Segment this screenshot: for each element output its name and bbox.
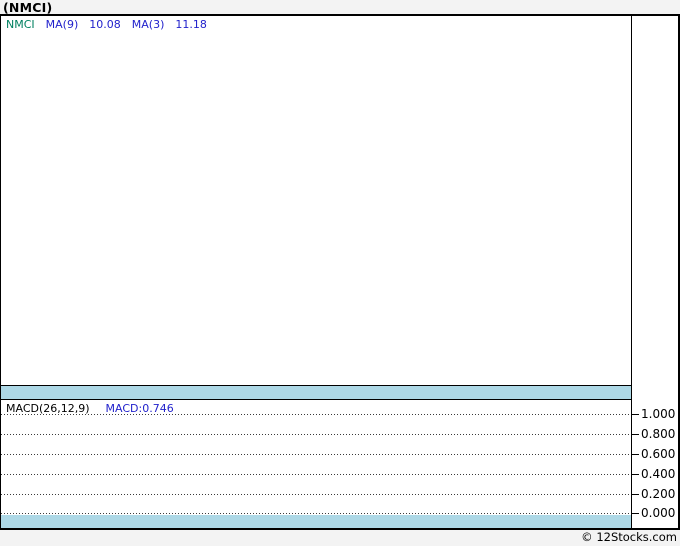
axis-tick-label: 0.400 <box>641 467 676 481</box>
ma9-value: 10.08 <box>89 18 121 31</box>
ticker-symbol-label: NMCI <box>6 18 35 31</box>
right-axis-strip: 1.000 0.800 0.600 0.400 0.200 0.000 <box>632 16 678 528</box>
axis-tick-mark <box>632 474 639 475</box>
price-legend: NMCI MA(9) 10.08 MA(3) 11.18 <box>6 18 218 31</box>
macd-pane: MACD(26,12,9) MACD:0.746 <box>1 400 631 528</box>
axis-divider-line <box>631 16 632 528</box>
watermark-credit: © 12Stocks.com <box>581 530 677 544</box>
axis-tick-mark <box>632 494 639 495</box>
macd-gridline-0400 <box>1 474 631 475</box>
macd-legend: MACD(26,12,9) MACD:0.746 <box>6 402 174 415</box>
axis-tick-mark <box>632 434 639 435</box>
axis-tick-label: 0.000 <box>641 506 676 520</box>
macd-value-label: MACD:0.746 <box>105 402 174 415</box>
axis-tick-label: 1.000 <box>641 407 676 421</box>
ma3-value: 11.18 <box>175 18 207 31</box>
axis-tick-mark <box>632 414 639 415</box>
price-pane: NMCI MA(9) 10.08 MA(3) 11.18 <box>1 16 631 385</box>
chart-frame: NMCI MA(9) 10.08 MA(3) 11.18 MACD(26,12,9) MA… <box>0 14 680 530</box>
axis-tick-mark <box>632 513 639 514</box>
macd-gridline-0600 <box>1 454 631 455</box>
axis-tick-mark <box>632 454 639 455</box>
ma9-label: MA(9) <box>45 18 79 31</box>
macd-params-label: MACD(26,12,9) <box>6 402 90 415</box>
macd-gridline-0000 <box>1 513 631 514</box>
page-title: (NMCI) <box>3 0 53 15</box>
macd-gridline-0200 <box>1 494 631 495</box>
axis-tick-label: 0.800 <box>641 427 676 441</box>
lower-highlight-band <box>1 515 631 528</box>
ma3-label: MA(3) <box>131 18 165 31</box>
axis-tick-label: 0.600 <box>641 447 676 461</box>
axis-tick-label: 0.200 <box>641 487 676 501</box>
macd-gridline-0800 <box>1 434 631 435</box>
upper-highlight-band <box>1 386 631 399</box>
